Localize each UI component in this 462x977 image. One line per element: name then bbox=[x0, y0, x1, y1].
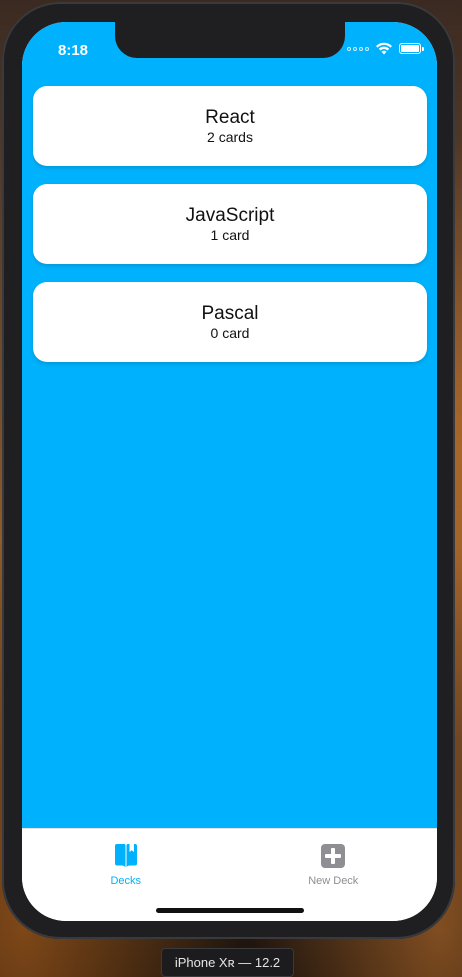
status-icons bbox=[347, 42, 424, 55]
deck-title: Pascal bbox=[201, 302, 259, 324]
battery-icon bbox=[399, 43, 424, 54]
tab-label-decks: Decks bbox=[110, 875, 142, 887]
plus-square-icon bbox=[321, 844, 346, 868]
notch bbox=[115, 22, 345, 58]
signal-icon bbox=[347, 46, 369, 51]
simulator-device-label: iPhone Xʀ — 12.2 bbox=[161, 948, 294, 977]
deck-card-count: 1 card bbox=[210, 226, 250, 243]
tab-label-new-deck: New Deck bbox=[308, 875, 359, 887]
book-icon bbox=[114, 844, 137, 867]
home-indicator bbox=[156, 908, 304, 913]
deck-card-count: 0 card bbox=[210, 324, 250, 341]
deck-title: JavaScript bbox=[185, 204, 275, 226]
deck-card-pascal[interactable]: Pascal 0 card bbox=[33, 282, 427, 362]
iphone-frame: 8:18 React 2 cards JavaScript 1 card Pas… bbox=[2, 2, 455, 939]
deck-card-javascript[interactable]: JavaScript 1 card bbox=[33, 184, 427, 264]
deck-list: React 2 cards JavaScript 1 card Pascal 0… bbox=[33, 86, 427, 380]
deck-card-react[interactable]: React 2 cards bbox=[33, 86, 427, 166]
status-time: 8:18 bbox=[58, 42, 89, 59]
phone-screen: 8:18 React 2 cards JavaScript 1 card Pas… bbox=[22, 22, 437, 921]
wifi-icon bbox=[376, 42, 392, 55]
deck-card-count: 2 cards bbox=[207, 128, 253, 145]
deck-title: React bbox=[205, 106, 255, 128]
